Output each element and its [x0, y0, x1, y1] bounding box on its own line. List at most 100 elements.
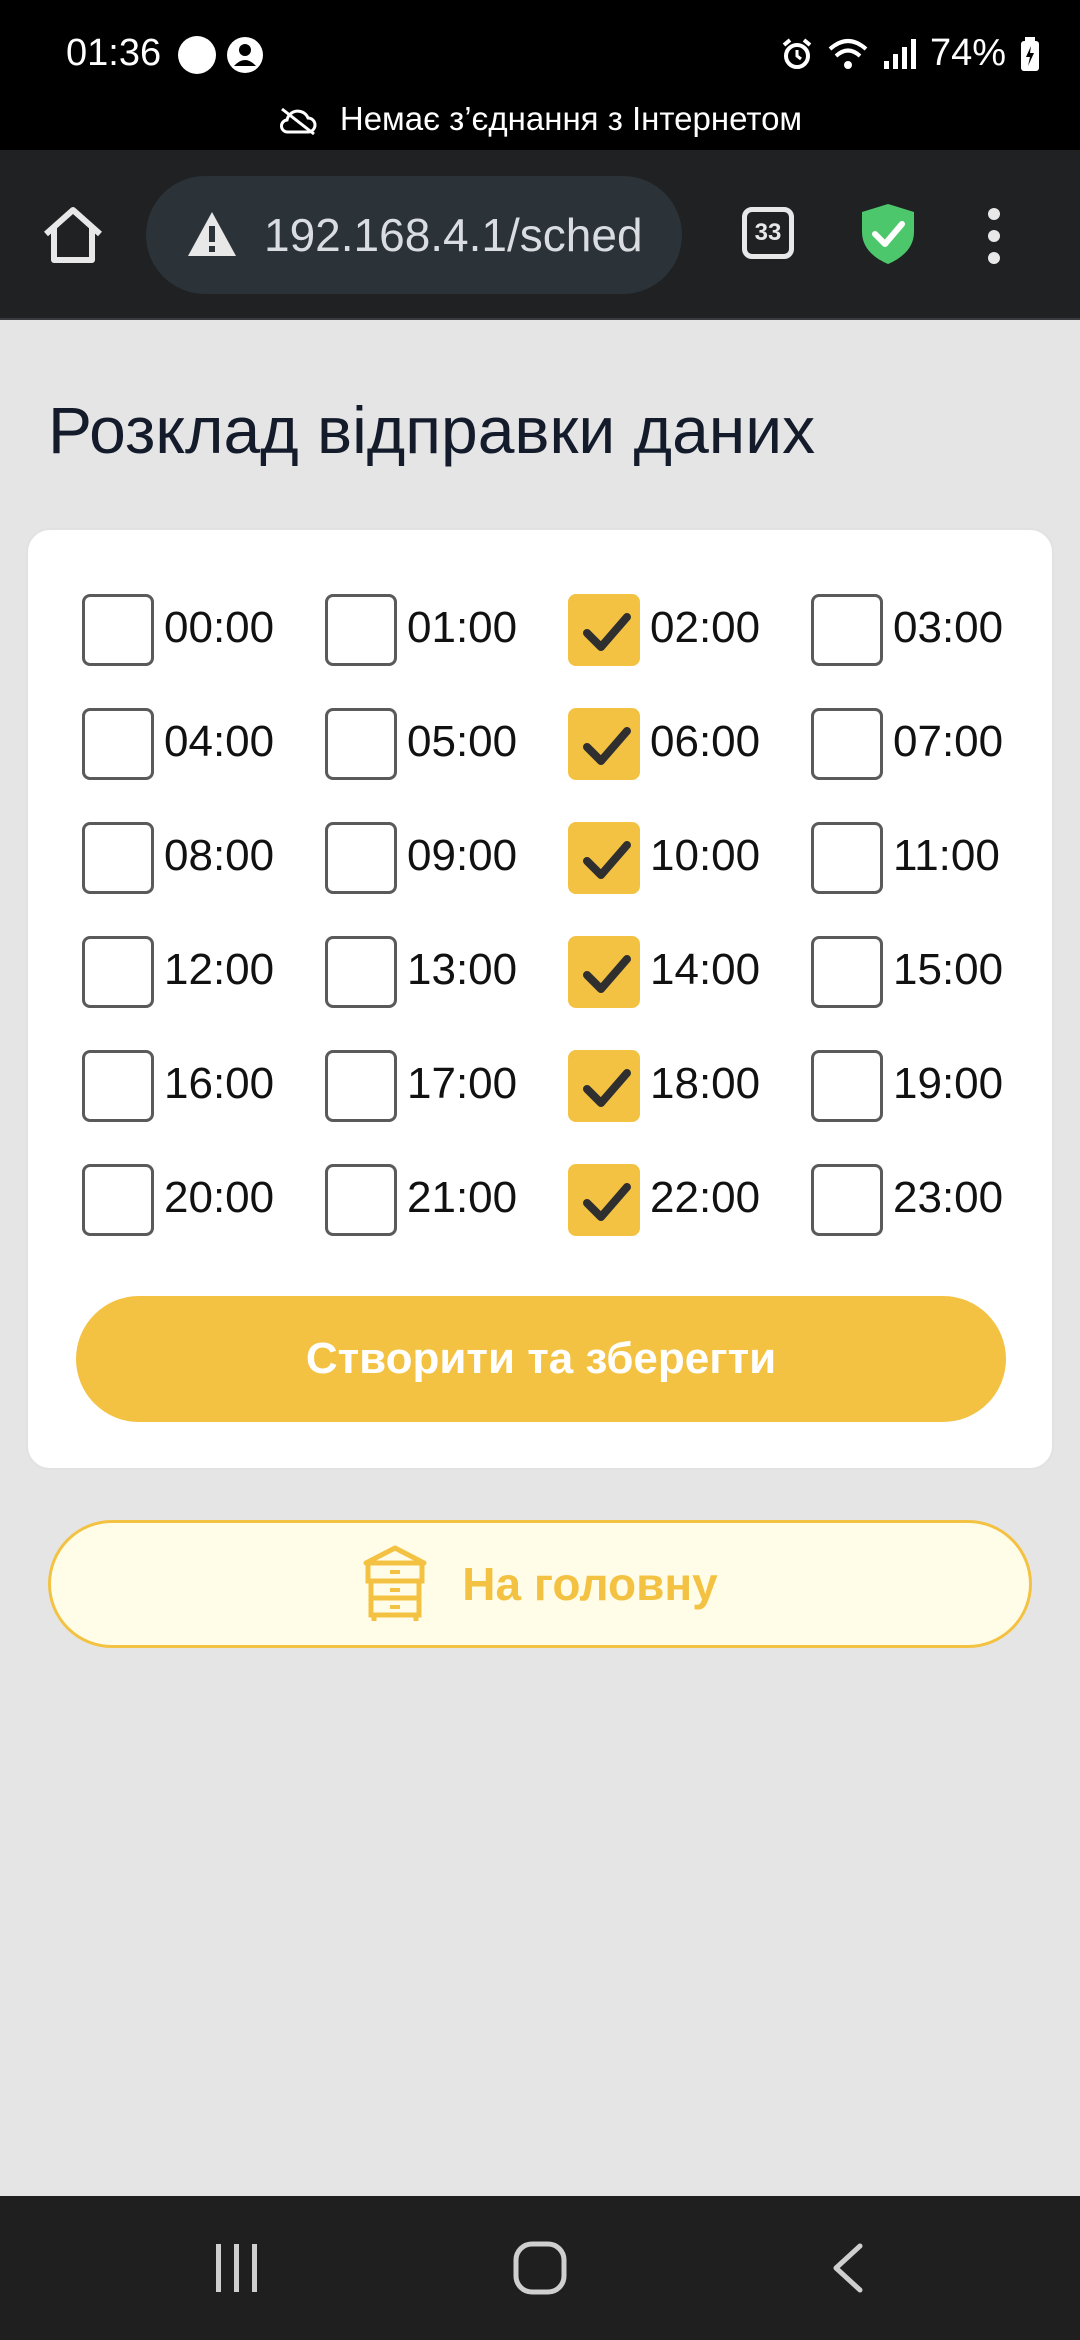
checkbox-box[interactable] — [325, 1164, 397, 1236]
checkbox-box[interactable] — [568, 1050, 640, 1122]
time-slot-checkbox[interactable]: 19:00 — [811, 1050, 1011, 1164]
time-slot-checkbox[interactable]: 02:00 — [568, 594, 811, 708]
wifi-icon — [828, 38, 868, 69]
battery-percent: 74% — [929, 32, 1006, 74]
save-button[interactable]: Створити та зберегти — [76, 1296, 1006, 1422]
time-slot-checkbox[interactable]: 16:00 — [82, 1050, 325, 1164]
time-slot-label: 21:00 — [407, 1173, 518, 1222]
go-home-button[interactable]: На головну — [48, 1520, 1032, 1648]
status-bar: 01:36 74% Немає з’єднання з Інтернетом — [0, 0, 1080, 150]
checkbox-box[interactable] — [568, 594, 640, 666]
checkbox-box[interactable] — [811, 594, 883, 666]
time-slot-checkbox[interactable]: 01:00 — [325, 594, 568, 708]
checkbox-box[interactable] — [568, 822, 640, 894]
go-home-label: На головну — [462, 1558, 718, 1610]
time-slot-checkbox[interactable]: 03:00 — [811, 594, 1011, 708]
time-slot-label: 07:00 — [893, 717, 1004, 766]
time-slot-checkbox[interactable]: 07:00 — [811, 708, 1011, 822]
checkbox-box[interactable] — [568, 708, 640, 780]
url-text[interactable]: 192.168.4.1/sched — [264, 208, 643, 262]
time-slot-label: 20:00 — [164, 1173, 275, 1222]
time-slot-label: 03:00 — [893, 603, 1004, 652]
time-slot-checkbox[interactable]: 17:00 — [325, 1050, 568, 1164]
time-slot-label: 01:00 — [407, 603, 518, 652]
time-slot-checkbox[interactable]: 11:00 — [811, 822, 1011, 936]
time-slot-checkbox[interactable]: 13:00 — [325, 936, 568, 1050]
check-icon — [583, 613, 631, 651]
checkbox-box[interactable] — [811, 708, 883, 780]
schedule-card: 00:00 01:00 02:00 03:00 04:00 05:00 06:00 07:00… — [26, 528, 1054, 1470]
check-icon — [583, 1069, 631, 1107]
checkbox-box[interactable] — [325, 822, 397, 894]
home-icon[interactable] — [38, 200, 108, 270]
time-slot-checkbox[interactable]: 14:00 — [568, 936, 811, 1050]
time-slot-checkbox[interactable]: 18:00 — [568, 1050, 811, 1164]
time-slot-checkbox[interactable]: 08:00 — [82, 822, 325, 936]
time-slot-label: 15:00 — [893, 945, 1004, 994]
signal-icon — [883, 38, 916, 69]
checkbox-box[interactable] — [325, 1050, 397, 1122]
time-slot-label: 19:00 — [893, 1059, 1004, 1108]
checkbox-box[interactable] — [82, 936, 154, 1008]
page-title: Розклад відправки даних — [48, 393, 816, 467]
checkbox-box[interactable] — [82, 1164, 154, 1236]
warning-icon[interactable] — [186, 210, 238, 258]
check-icon — [583, 955, 631, 993]
schedule-grid: 00:00 01:00 02:00 03:00 04:00 05:00 06:00 07:00… — [82, 594, 1042, 1278]
status-right: 74% — [780, 32, 1040, 75]
checkbox-box[interactable] — [811, 1164, 883, 1236]
offline-notice-text: Немає з’єднання з Інтернетом — [339, 100, 803, 137]
time-slot-checkbox[interactable]: 20:00 — [82, 1164, 325, 1278]
time-slot-label: 08:00 — [164, 831, 275, 880]
time-slot-label: 05:00 — [407, 717, 518, 766]
time-slot-checkbox[interactable]: 15:00 — [811, 936, 1011, 1050]
back-icon[interactable] — [828, 2242, 868, 2294]
tab-switcher-button[interactable]: 33 — [742, 207, 794, 259]
check-icon — [583, 1183, 631, 1221]
browser-toolbar: 192.168.4.1/sched 33 — [0, 150, 1080, 320]
time-slot-checkbox[interactable]: 22:00 — [568, 1164, 811, 1278]
time-slot-checkbox[interactable]: 00:00 — [82, 594, 325, 708]
checkbox-box[interactable] — [82, 1050, 154, 1122]
checkbox-box[interactable] — [82, 822, 154, 894]
time-slot-checkbox[interactable]: 21:00 — [325, 1164, 568, 1278]
home-nav-icon[interactable] — [512, 2240, 568, 2296]
checkbox-box[interactable] — [82, 594, 154, 666]
time-slot-label: 14:00 — [650, 945, 761, 994]
time-slot-checkbox[interactable]: 06:00 — [568, 708, 811, 822]
address-bar[interactable]: 192.168.4.1/sched — [146, 176, 682, 294]
time-slot-label: 22:00 — [650, 1173, 761, 1222]
checkbox-box[interactable] — [811, 822, 883, 894]
alarm-icon — [782, 37, 812, 69]
checkbox-box[interactable] — [325, 708, 397, 780]
status-time: 01:36 — [66, 32, 162, 74]
cloud-off-icon — [279, 108, 317, 136]
time-slot-checkbox[interactable]: 04:00 — [82, 708, 325, 822]
time-slot-label: 13:00 — [407, 945, 518, 994]
time-slot-checkbox[interactable]: 05:00 — [325, 708, 568, 822]
time-slot-label: 23:00 — [893, 1173, 1004, 1222]
check-icon — [583, 727, 631, 765]
time-slot-checkbox[interactable]: 09:00 — [325, 822, 568, 936]
time-slot-label: 16:00 — [164, 1059, 275, 1108]
time-slot-label: 11:00 — [893, 831, 1000, 880]
checkbox-box[interactable] — [568, 936, 640, 1008]
account-icon — [227, 37, 263, 73]
time-slot-label: 04:00 — [164, 717, 275, 766]
time-slot-checkbox[interactable]: 10:00 — [568, 822, 811, 936]
checkbox-box[interactable] — [325, 936, 397, 1008]
app-badge-icon — [178, 36, 216, 74]
checkbox-box[interactable] — [568, 1164, 640, 1236]
checkbox-box[interactable] — [811, 936, 883, 1008]
time-slot-checkbox[interactable]: 12:00 — [82, 936, 325, 1050]
checkbox-box[interactable] — [82, 708, 154, 780]
time-slot-label: 10:00 — [650, 831, 761, 880]
checkbox-box[interactable] — [811, 1050, 883, 1122]
time-slot-label: 06:00 — [650, 717, 761, 766]
checkbox-box[interactable] — [325, 594, 397, 666]
more-vert-icon[interactable] — [984, 206, 1004, 266]
recent-apps-icon[interactable] — [212, 2242, 262, 2294]
shield-check-icon[interactable] — [860, 202, 916, 266]
time-slot-label: 17:00 — [407, 1059, 518, 1108]
time-slot-checkbox[interactable]: 23:00 — [811, 1164, 1011, 1278]
